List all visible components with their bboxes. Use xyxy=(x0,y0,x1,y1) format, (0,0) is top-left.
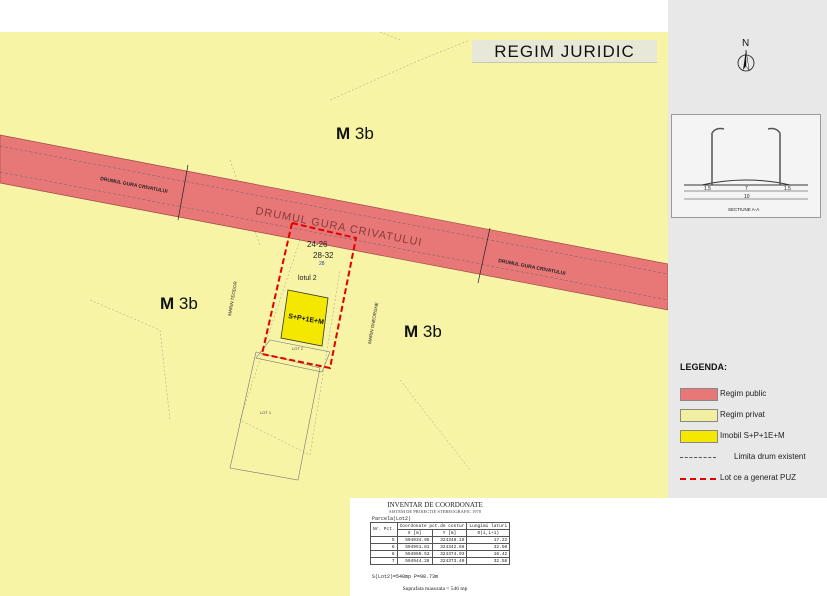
section-caption: SECTIUNE A-A xyxy=(728,207,759,212)
legend: LEGENDA: Regim public Regim privat Imobi… xyxy=(680,362,825,493)
zone-suffix: 3b xyxy=(418,322,442,341)
header-len: Lungimi laturi xyxy=(466,522,511,530)
legend-title: LEGENDA: xyxy=(680,362,727,372)
header-nr: Nr. Pct. xyxy=(370,522,398,537)
zone-label-right: M 3b xyxy=(404,322,442,342)
lot-2-name: lotul 2 xyxy=(298,275,317,282)
table-row: 5 594934.95 324348.19 17.22 xyxy=(370,536,511,544)
white-bottom-right xyxy=(520,498,827,596)
legend-item-road-limit: Limita drum existent xyxy=(680,451,825,472)
cross-section-drawing: 1.5 7 1.5 10 SECTIUNE A-A xyxy=(684,127,808,212)
table-row: 6 594960.52 324374.03 16.42 xyxy=(370,550,511,558)
dim-left: 1.5 xyxy=(704,186,711,192)
header-x: X [m] xyxy=(396,529,433,537)
public-swatch xyxy=(680,388,718,401)
private-swatch xyxy=(680,409,718,422)
inventory-footer: S(Lot2)=548mp P=98.73m xyxy=(372,574,439,580)
address-label-2: 28-32 xyxy=(313,251,334,260)
header-coords: Coordonate pct.de contur xyxy=(396,522,468,530)
white-top-strip xyxy=(0,0,668,32)
legend-item-building: Imobil S+P+1E+M xyxy=(680,430,825,451)
legend-label: Regim privat xyxy=(720,410,765,419)
legend-label: Limita drum existent xyxy=(734,452,806,461)
address-label-1: 24-26 xyxy=(307,240,328,249)
zone-code: M xyxy=(404,322,419,341)
lot-2-code: LOT 2 xyxy=(292,346,304,351)
zone-suffix: 3b xyxy=(174,294,198,313)
page-title: REGIM JURIDIC xyxy=(494,42,635,61)
legend-label: Lot ce a generat PUZ xyxy=(720,473,797,482)
plot-number: 28 xyxy=(319,261,325,267)
dim-mid: 7 xyxy=(745,186,748,192)
dim-total: 10 xyxy=(744,194,750,200)
title-banner: REGIM JURIDIC xyxy=(472,40,657,63)
north-letter: N xyxy=(742,38,749,49)
legend-item-public: Regim public xyxy=(680,388,825,409)
zone-label-top: M 3b xyxy=(336,124,374,144)
zone-suffix: 3b xyxy=(350,124,374,143)
puz-line xyxy=(680,478,716,480)
legend-label: Imobil S+P+1E+M xyxy=(720,431,785,440)
private-regime-area-bottom xyxy=(0,498,350,596)
legend-label: Regim public xyxy=(720,389,767,398)
coordinate-inventory: INVENTAR DE COORDONATE SISTEM DE PROIECT… xyxy=(350,498,520,596)
header-d: D(i,i+1) xyxy=(466,529,511,537)
inventory-title: INVENTAR DE COORDONATE xyxy=(387,501,483,509)
header-y: Y [m] xyxy=(431,529,468,537)
inventory-area: Suprafata masurata = 546 mp xyxy=(402,586,468,592)
table-row: 7 594944.26 324373.40 32.58 xyxy=(370,557,511,565)
road-cross-section: 1.5 7 1.5 10 SECTIUNE A-A xyxy=(671,114,821,218)
table-row: 6 594951.81 324342.66 32.50 xyxy=(370,543,511,551)
road-limit-line xyxy=(680,457,716,458)
zone-label-left: M 3b xyxy=(160,294,198,314)
north-arrow-icon: N xyxy=(737,38,755,72)
building-swatch xyxy=(680,430,718,443)
dim-right: 1.5 xyxy=(784,186,791,192)
zone-code: M xyxy=(336,124,351,143)
zone-code: M xyxy=(160,294,175,313)
inventory-table: Nr. Pct. Coordonate pct.de contur Lungim… xyxy=(370,522,511,565)
lot-1-code: LOT 1 xyxy=(260,410,272,415)
inventory-subtitle: SISTEM DE PROIECTIE STEREOGRAFIC 1970 xyxy=(388,509,481,514)
legend-item-puz: Lot ce a generat PUZ xyxy=(680,472,825,493)
legend-item-private: Regim privat xyxy=(680,409,825,430)
